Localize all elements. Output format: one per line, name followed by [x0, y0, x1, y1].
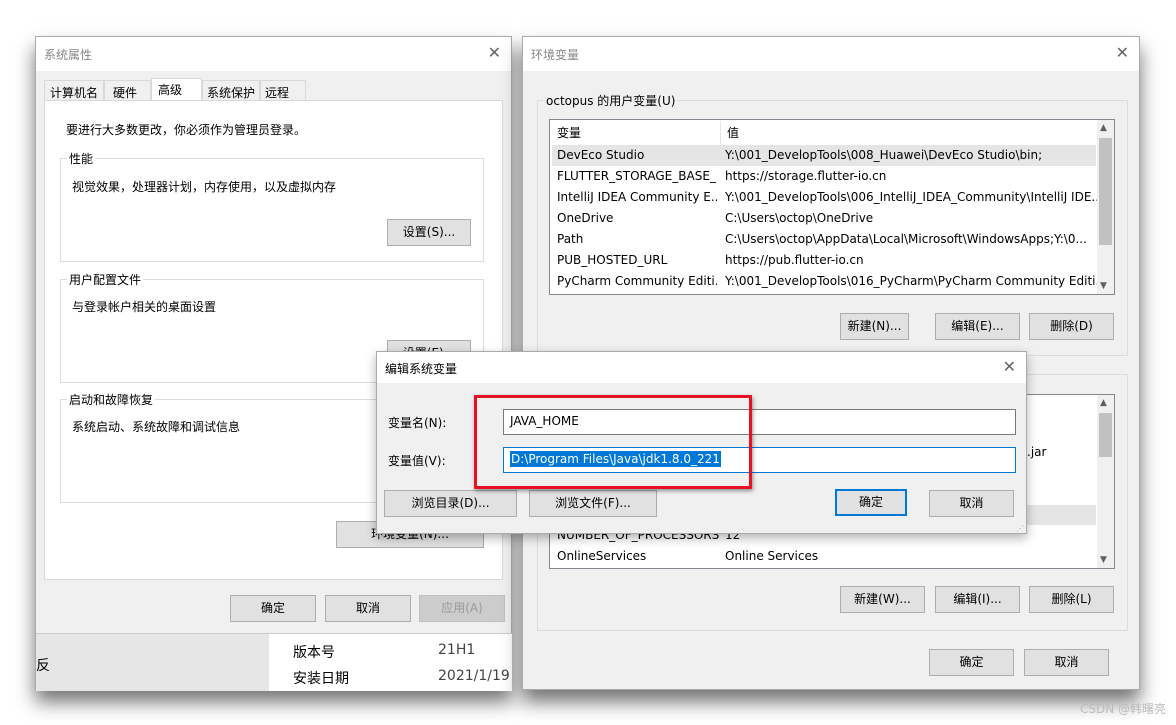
- var-value: C:\Users\octop\OneDrive: [725, 211, 874, 225]
- var-value: https://storage.flutter-io.cn: [725, 169, 887, 183]
- close-icon[interactable]: ✕: [1116, 43, 1129, 62]
- user-edit-button[interactable]: 编辑(E)...: [935, 313, 1020, 340]
- var-name: OneDrive: [557, 211, 614, 225]
- ok-button[interactable]: 确定: [835, 489, 907, 516]
- value-label: 变量值(V):: [388, 454, 446, 468]
- window-title: 环境变量: [531, 48, 580, 62]
- column-header-value[interactable]: 值: [727, 121, 739, 145]
- title-bar: 编辑系统变量 ✕: [377, 352, 1026, 383]
- info-label: 安装日期: [293, 671, 349, 687]
- cancel-button[interactable]: 取消: [1024, 649, 1109, 676]
- user-new-button[interactable]: 新建(N)...: [840, 313, 909, 340]
- system-delete-button[interactable]: 删除(L): [1029, 586, 1114, 613]
- group-desc: 视觉效果，处理器计划，内存使用，以及虚拟内存: [72, 180, 337, 194]
- var-value: https://pub.flutter-io.cn: [725, 253, 864, 267]
- apply-button: 应用(A): [419, 595, 505, 622]
- title-bar: 环境变量 ✕: [523, 37, 1139, 71]
- tab-advanced[interactable]: 高级: [151, 78, 203, 102]
- table-row[interactable]: DevEco Studio Y:\001_DevelopTools\008_Hua…: [552, 145, 1096, 166]
- user-variables-list[interactable]: 变量 值 DevEco Studio Y:\001_DevelopTools\00…: [549, 119, 1115, 295]
- var-name: PyCharm Community Editi...: [557, 274, 717, 288]
- tab-strip: 计算机名 硬件 高级 系统保护 远程: [44, 78, 307, 102]
- var-value: C:\Users\octop\AppData\Local\Microsoft\W…: [725, 232, 1087, 246]
- var-value: Y:\001_DevelopTools\008_Huawei\DevEco St…: [725, 148, 1043, 162]
- performance-group: 性能 视觉效果，处理器计划，内存使用，以及虚拟内存 设置(S)...: [60, 150, 484, 262]
- dialog-title: 编辑系统变量: [385, 362, 458, 376]
- admin-note: 要进行大多数更改，你必须作为管理员登录。: [66, 123, 307, 137]
- info-value: 21H1: [438, 642, 476, 658]
- cancel-button[interactable]: 取消: [325, 595, 411, 622]
- var-name: Path: [557, 232, 584, 246]
- list-header: 变量 值: [552, 121, 1096, 145]
- group-desc: 系统启动、系统故障和调试信息: [72, 420, 241, 434]
- group-label: 性能: [67, 150, 96, 167]
- group-label: octopus 的用户变量(U): [544, 92, 678, 109]
- system-new-button[interactable]: 新建(W)...: [840, 586, 925, 613]
- scroll-up-icon[interactable]: ▲: [1100, 123, 1107, 133]
- var-value: Y:\001_DevelopTools\016_PyCharm\PyCharm …: [725, 274, 1097, 288]
- tab-hardware[interactable]: 硬件: [104, 80, 152, 101]
- tab-remote[interactable]: 远程: [260, 80, 307, 101]
- table-row[interactable]: PUB_HOSTED_URL https://pub.flutter-io.cn: [552, 250, 1096, 271]
- var-value: Y:\001_DevelopTools\006_IntelliJ_IDEA_Co…: [725, 190, 1097, 204]
- resize-grip-icon[interactable]: ⋰: [1016, 524, 1024, 533]
- var-name: DevEco Studio: [557, 148, 645, 162]
- info-value: 2021/1/19: [438, 668, 510, 684]
- close-icon[interactable]: ✕: [488, 43, 501, 62]
- browse-directory-button[interactable]: 浏览目录(D)...: [384, 490, 517, 517]
- partial-value: .jar: [1027, 445, 1047, 459]
- table-row[interactable]: OneDrive C:\Users\octop\OneDrive: [552, 208, 1096, 229]
- background-panel: 反: [36, 633, 269, 691]
- scrollbar[interactable]: ▲ ▼: [1097, 395, 1114, 568]
- scroll-thumb[interactable]: [1099, 413, 1112, 457]
- var-name: OnlineServices: [557, 549, 647, 563]
- scroll-up-icon[interactable]: ▲: [1100, 398, 1107, 408]
- name-label: 变量名(N):: [388, 416, 447, 430]
- close-icon[interactable]: ✕: [1003, 357, 1016, 376]
- partial-text: 反: [36, 658, 50, 674]
- table-row[interactable]: Path C:\Users\octop\AppData\Local\Microso…: [552, 229, 1096, 250]
- browse-file-button[interactable]: 浏览文件(F)...: [529, 490, 657, 517]
- ok-button[interactable]: 确定: [929, 649, 1014, 676]
- title-bar: 系统属性 ✕: [36, 37, 511, 71]
- window-title: 系统属性: [44, 48, 93, 62]
- table-row[interactable]: PyCharm Community Editi... Y:\001_Develop…: [552, 271, 1097, 292]
- table-row[interactable]: OnlineServices Online Services: [552, 546, 1096, 567]
- group-label: 启动和故障恢复: [67, 391, 156, 408]
- performance-settings-button[interactable]: 设置(S)...: [387, 219, 471, 246]
- group-desc: 与登录帐户相关的桌面设置: [72, 300, 217, 314]
- table-row[interactable]: IntelliJ IDEA Community E... Y:\001_Devel…: [552, 187, 1097, 208]
- tab-system-protection[interactable]: 系统保护: [202, 80, 261, 101]
- var-name: PUB_HOSTED_URL: [557, 253, 668, 267]
- scroll-down-icon[interactable]: ▼: [1100, 281, 1107, 291]
- system-info-panel: 版本号 21H1 安装日期 2021/1/19: [269, 633, 512, 691]
- var-value: Online Services: [725, 549, 819, 563]
- scrollbar[interactable]: ▲ ▼: [1097, 120, 1114, 294]
- info-label: 版本号: [293, 645, 335, 661]
- column-header-variable[interactable]: 变量: [557, 121, 581, 145]
- cancel-button[interactable]: 取消: [929, 490, 1014, 517]
- highlight-box: [474, 395, 752, 489]
- group-label: 用户配置文件: [67, 271, 144, 288]
- scroll-down-icon[interactable]: ▼: [1100, 555, 1107, 565]
- scroll-thumb[interactable]: [1099, 138, 1112, 245]
- user-delete-button[interactable]: 删除(D): [1029, 313, 1114, 340]
- tab-computer-name[interactable]: 计算机名: [44, 80, 105, 101]
- table-row[interactable]: FLUTTER_STORAGE_BASE_... https://storage.…: [552, 166, 1096, 187]
- var-name: FLUTTER_STORAGE_BASE_...: [557, 169, 717, 183]
- watermark: CSDN @韩曙亮: [1079, 702, 1166, 716]
- var-name: IntelliJ IDEA Community E...: [557, 190, 717, 204]
- ok-button[interactable]: 确定: [230, 595, 316, 622]
- system-edit-button[interactable]: 编辑(I)...: [935, 586, 1020, 613]
